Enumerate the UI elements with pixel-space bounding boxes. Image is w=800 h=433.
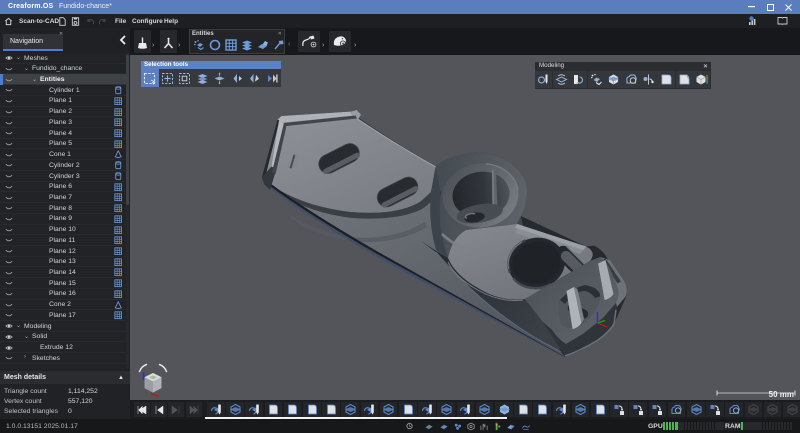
svg-text:,: , — [412, 427, 413, 430]
